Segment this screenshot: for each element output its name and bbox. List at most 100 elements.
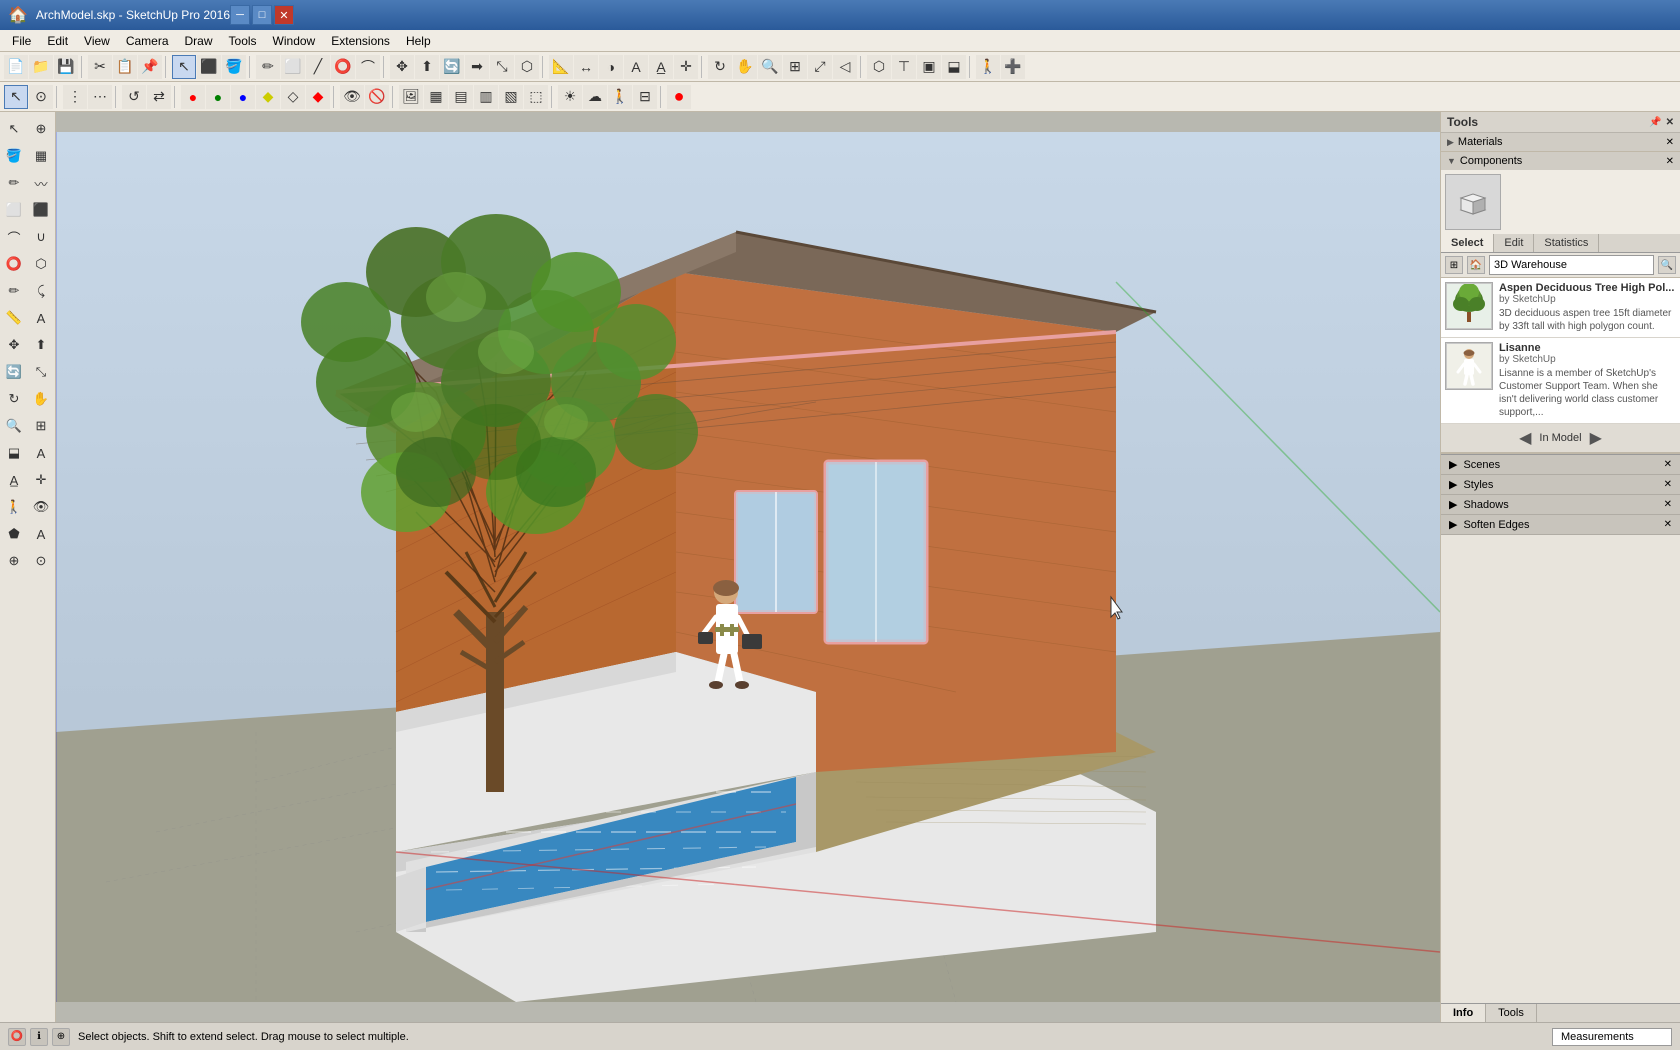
tab-info[interactable]: Info [1441, 1004, 1486, 1022]
styles-close[interactable]: ✕ [1664, 479, 1672, 490]
lt-push[interactable]: ⬆ [28, 332, 54, 358]
tb-open[interactable]: 📁 [29, 55, 53, 79]
tb2-flip[interactable]: ⇄ [147, 85, 171, 109]
tb2-render4[interactable]: ▥ [474, 85, 498, 109]
tb2-red2[interactable]: ● [667, 85, 691, 109]
tb-walkthrough[interactable]: 🚶 [976, 55, 1000, 79]
shadows-close[interactable]: ✕ [1664, 499, 1672, 510]
tb-rotate[interactable]: 🔄 [440, 55, 464, 79]
scenes-close[interactable]: ✕ [1664, 459, 1672, 470]
tb2-yellow[interactable]: ◆ [256, 85, 280, 109]
lt-3dtext[interactable]: A̲ [1, 467, 27, 493]
tab-select[interactable]: Select [1441, 234, 1494, 252]
components-header[interactable]: ▼ Components ✕ [1441, 152, 1680, 170]
lt-orbit[interactable]: ↻ [1, 386, 27, 412]
tb2-red[interactable]: ● [181, 85, 205, 109]
tb-follow-me[interactable]: ➡ [465, 55, 489, 79]
tb-iso[interactable]: ⬡ [867, 55, 891, 79]
in-model-nav-right[interactable]: ▶ [1590, 428, 1602, 448]
styles-row[interactable]: ▶ Styles ✕ [1441, 475, 1680, 495]
panel-pin-icon[interactable]: 📌 [1649, 117, 1661, 128]
lt-move[interactable]: ✥ [1, 332, 27, 358]
tb2-diamond[interactable]: ◇ [281, 85, 305, 109]
tb-previous-view[interactable]: ◁ [833, 55, 857, 79]
lt-rotate[interactable]: 🔄 [1, 359, 27, 385]
lt-paint[interactable]: 🪣 [1, 143, 27, 169]
search-input[interactable] [1489, 255, 1654, 275]
tb-section[interactable]: ⬓ [942, 55, 966, 79]
materials-header[interactable]: ▶ Materials ✕ [1441, 133, 1680, 151]
lt-tag[interactable]: A [28, 521, 54, 547]
soften-edges-row[interactable]: ▶ Soften Edges ✕ [1441, 515, 1680, 535]
lt-text[interactable]: A [28, 440, 54, 466]
tb-move[interactable]: ✥ [390, 55, 414, 79]
lt-component[interactable]: ⊕ [1, 548, 27, 574]
lt-axes[interactable]: ✛ [28, 467, 54, 493]
lt-pencil[interactable]: ✏ [1, 170, 27, 196]
in-model-nav-left[interactable]: ◀ [1519, 428, 1531, 448]
lt-smooth[interactable]: ⤹ [28, 278, 54, 304]
tb-axes[interactable]: ✛ [674, 55, 698, 79]
tb-orbit[interactable]: ↻ [708, 55, 732, 79]
nav-home[interactable]: 🏠 [1467, 256, 1485, 274]
tb2-layers[interactable]: ⊟ [633, 85, 657, 109]
lt-rect2[interactable]: ⬛ [28, 197, 54, 223]
tb2-sun[interactable]: ☀ [558, 85, 582, 109]
lt-erase[interactable]: ✏ [1, 278, 27, 304]
search-button[interactable]: 🔍 [1658, 256, 1676, 274]
lt-sandbox[interactable]: ⬟ [1, 521, 27, 547]
tb-erase[interactable]: ✏ [256, 55, 280, 79]
tb-save[interactable]: 💾 [54, 55, 78, 79]
lt-walk[interactable]: 🚶 [1, 494, 27, 520]
tb-add-scene[interactable]: ➕ [1001, 55, 1025, 79]
tb-make-component[interactable]: ⬛ [197, 55, 221, 79]
tab-tools[interactable]: Tools [1486, 1004, 1537, 1022]
list-item[interactable]: Aspen Deciduous Tree High Pol... by Sket… [1441, 278, 1680, 338]
tb-offset[interactable]: ⬡ [515, 55, 539, 79]
tb-select[interactable]: ↖ [172, 55, 196, 79]
tb-pan[interactable]: ✋ [733, 55, 757, 79]
tb-zoom[interactable]: 🔍 [758, 55, 782, 79]
tb2-render5[interactable]: ▧ [499, 85, 523, 109]
menu-window[interactable]: Window [265, 32, 324, 50]
lt-pan[interactable]: ✋ [28, 386, 54, 412]
tb2-walk[interactable]: 🚶 [608, 85, 632, 109]
panel-close-icon[interactable]: ✕ [1666, 117, 1674, 128]
lt-zoom2[interactable]: ⊞ [28, 413, 54, 439]
lt-polygon[interactable]: ⬡ [28, 251, 54, 277]
scenes-row[interactable]: ▶ Scenes ✕ [1441, 455, 1680, 475]
lt-zoom[interactable]: 🔍 [1, 413, 27, 439]
tb2-blue[interactable]: ● [231, 85, 255, 109]
components-close-icon[interactable]: ✕ [1666, 156, 1674, 167]
lt-rect[interactable]: ⬜ [1, 197, 27, 223]
tb2-arrow[interactable]: ↖ [4, 85, 28, 109]
minimize-button[interactable]: ─ [230, 5, 250, 25]
menu-view[interactable]: View [76, 32, 118, 50]
tb-tape[interactable]: 📐 [549, 55, 573, 79]
tb-line[interactable]: ╱ [306, 55, 330, 79]
tb-protractor[interactable]: ◑ [599, 55, 623, 79]
lt-select2[interactable]: ⊕ [28, 116, 54, 142]
tb2-render1[interactable]: 🖼 [399, 85, 423, 109]
lt-select[interactable]: ↖ [1, 116, 27, 142]
tb-rectangle[interactable]: ⬜ [281, 55, 305, 79]
lt-section[interactable]: ⬓ [1, 440, 27, 466]
tb-zoom-window[interactable]: ⊞ [783, 55, 807, 79]
tb-circle[interactable]: ⭕ [331, 55, 355, 79]
tb2-subdivide[interactable]: ⋮ [63, 85, 87, 109]
tb2-render2[interactable]: ▦ [424, 85, 448, 109]
menu-draw[interactable]: Draw [177, 32, 221, 50]
nav-grid-view[interactable]: ⊞ [1445, 256, 1463, 274]
lt-look[interactable]: 👁 [28, 494, 54, 520]
tb-text[interactable]: A [624, 55, 648, 79]
tb-3dtext[interactable]: A̲ [649, 55, 673, 79]
lt-texture[interactable]: ▦ [28, 143, 54, 169]
materials-close-icon[interactable]: ✕ [1666, 137, 1674, 148]
tb-push-pull[interactable]: ⬆ [415, 55, 439, 79]
tb-zoom-extents[interactable]: ⤢ [808, 55, 832, 79]
list-item[interactable]: Lisanne by SketchUp Lisanne is a member … [1441, 338, 1680, 424]
tb-scale[interactable]: ⤡ [490, 55, 514, 79]
menu-file[interactable]: File [4, 32, 39, 50]
menu-camera[interactable]: Camera [118, 32, 177, 50]
lt-arc[interactable]: ⌒ [1, 224, 27, 250]
